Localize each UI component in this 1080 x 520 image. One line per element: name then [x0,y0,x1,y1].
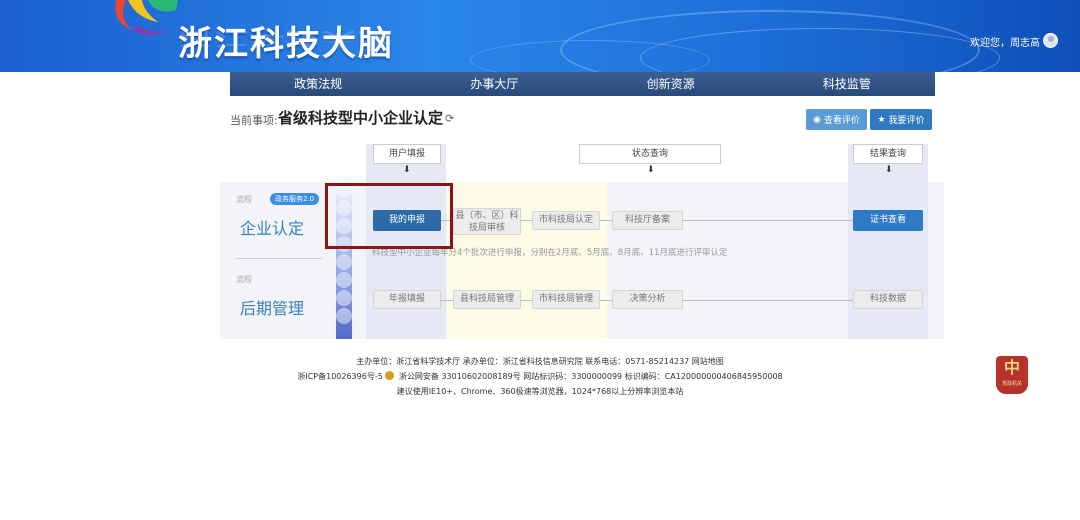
step-tech-data[interactable]: 科技数据 [853,290,923,309]
stage-result-query: 结果查询 [853,144,923,164]
page-title: 省级科技型中小企业认定 [278,109,444,127]
footer-browser-tip: 建议使用IE10+、Chrome、360极速等浏览器，1024*768以上分辨率… [396,387,684,396]
row-divider [236,258,322,259]
footer-host-info: 主办单位：浙江省科学技术厅 承办单位：浙江省科技信息研究院 联系电话：0571-… [356,357,724,366]
nav-item-service-hall[interactable]: 办事大厅 [406,72,582,96]
row-title-post-management: 后期管理 [240,299,305,318]
arrow-down-icon: ⬇ [885,165,893,175]
review-column [447,182,607,339]
stage-status-query: 状态查询 [579,144,721,164]
star-icon: ★ [877,114,886,125]
step-certificate-view[interactable]: 证书查看 [853,210,923,231]
current-item-label: 当前事项: [230,114,278,127]
step-county-management[interactable]: 县科技局管理 [453,290,521,309]
nav-item-policy[interactable]: 政策法规 [230,72,406,96]
main-nav: 政策法规 办事大厅 创新资源 科技监管 [230,72,935,96]
icp-link[interactable]: 浙ICP备10026396号-5 [297,372,382,381]
nav-item-supervision[interactable]: 科技监管 [759,72,935,96]
view-rating-button[interactable]: ◉ 查看评价 [806,109,867,130]
step-county-review[interactable]: 县（市、区）科技局审核 [453,208,521,235]
my-rating-label: 我要评价 [888,116,925,126]
step-province-filing[interactable]: 科技厅备案 [612,211,683,230]
view-rating-label: 查看评价 [823,116,860,126]
gov-badge-label: 党政机关 [1001,381,1022,387]
step-city-management[interactable]: 市科技局管理 [532,290,600,309]
gov-organ-badge[interactable]: 中 党政机关 [996,356,1028,394]
site-title-reflection: 浙江科技大脑 [178,28,394,48]
row-label-small: 流程 [236,275,252,284]
row-label-small: 流程 [236,195,252,204]
banner-decoration [470,40,710,72]
header-banner: 浙江科技大脑 浙江科技大脑 欢迎您，周志高 [0,0,1080,72]
step-decision-analysis[interactable]: 决策分析 [612,290,683,309]
row-title-certification: 企业认定 [240,219,305,238]
highlight-box [325,183,453,249]
stage-user-fill: 用户填报 [373,144,441,164]
nav-item-innovation[interactable]: 创新资源 [583,72,759,96]
step-annual-report[interactable]: 年报填报 [373,290,441,309]
avatar[interactable] [1043,33,1058,48]
welcome-text: 欢迎您，周志高 [970,38,1040,49]
public-security-info: 浙公网安备 33010602008189号 网站标识码：3300000099 标… [398,372,783,381]
arrow-down-icon: ⬇ [403,165,411,175]
logo-icon [115,0,178,35]
step-city-approval[interactable]: 市科技局认定 [532,211,600,230]
gov-emblem-icon: 中 [1003,358,1020,377]
police-badge-icon [385,371,395,380]
refresh-icon[interactable]: ⟳ [445,112,454,125]
my-rating-button[interactable]: ★ 我要评价 [870,109,932,130]
eye-icon: ◉ [813,114,821,125]
footer-record-info: 浙ICP备10026396号-5 浙公网安备 33010602008189号 网… [0,371,1080,382]
service-badge: 政务服务2.0 [270,193,320,205]
arrow-down-icon: ⬇ [647,165,655,175]
